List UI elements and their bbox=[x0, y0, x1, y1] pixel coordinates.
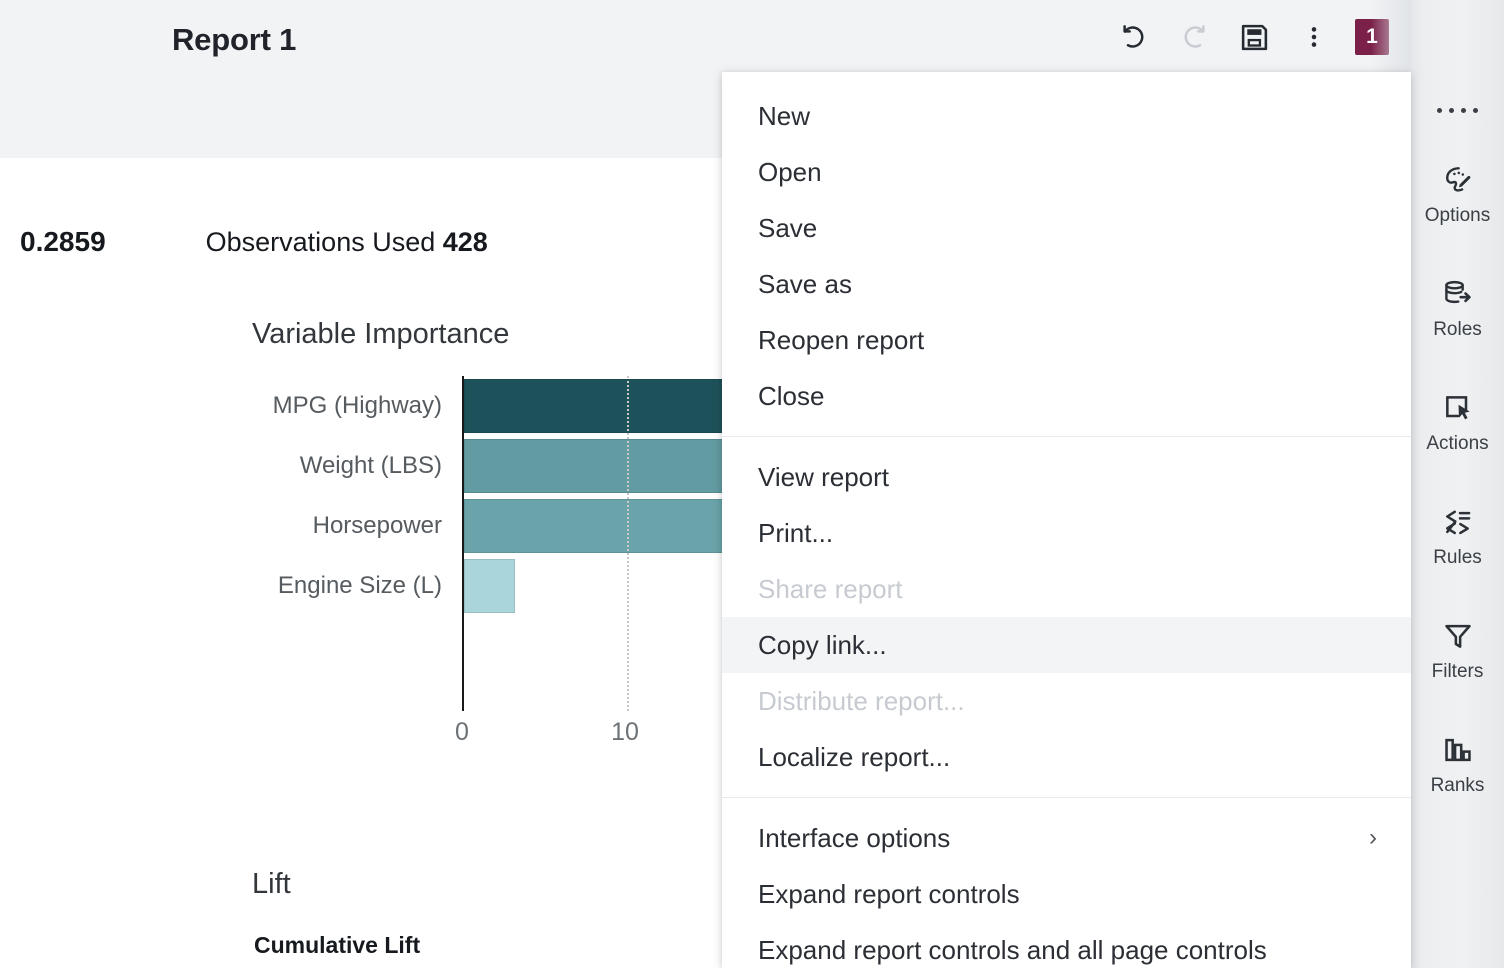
chart-axis-tick-label: 0 bbox=[455, 718, 469, 746]
menu-item-new[interactable]: New bbox=[722, 88, 1411, 144]
chart-gridline bbox=[627, 376, 629, 711]
menu-item-expand-report-controls[interactable]: Expand report controls bbox=[722, 866, 1411, 922]
palette-brush-icon bbox=[1442, 161, 1474, 199]
menu-item-expand-report-controls-and-all-page-controls[interactable]: Expand report controls and all page cont… bbox=[722, 922, 1411, 968]
sidebar-overflow-icon[interactable] bbox=[1437, 108, 1478, 113]
menu-item-print[interactable]: Print... bbox=[722, 505, 1411, 561]
menu-item-interface-options[interactable]: Interface options › bbox=[722, 810, 1411, 866]
header-toolbar: 1 bbox=[1115, 18, 1411, 56]
redo-icon bbox=[1175, 18, 1213, 56]
menu-item-save-as[interactable]: Save as bbox=[722, 256, 1411, 312]
sidebar-item-label: Ranks bbox=[1430, 775, 1485, 796]
menu-item-label: View report bbox=[758, 461, 890, 492]
lift-section-title: Lift bbox=[252, 868, 291, 900]
application-root: Report 1 1 0.2859 Observations Used 428 … bbox=[0, 0, 1504, 968]
sidebar-item-label: Roles bbox=[1433, 319, 1482, 340]
observations-value: 428 bbox=[442, 227, 488, 257]
sidebar-item-label: Rules bbox=[1433, 547, 1482, 568]
chart-category-label: MPG (Highway) bbox=[272, 392, 442, 419]
menu-item-label: Save bbox=[758, 212, 818, 243]
sidebar-item-label: Actions bbox=[1426, 433, 1489, 454]
menu-item-label: Close bbox=[758, 380, 825, 411]
observations-used: Observations Used 428 bbox=[206, 227, 488, 258]
menu-item-distribute-report: Distribute report... bbox=[722, 673, 1411, 729]
bar-chart-icon bbox=[1442, 731, 1474, 769]
chart-bar[interactable] bbox=[464, 559, 515, 613]
observations-label: Observations Used bbox=[205, 227, 436, 257]
cursor-select-icon bbox=[1442, 389, 1474, 427]
menu-item-close[interactable]: Close bbox=[722, 368, 1411, 424]
menu-item-label: Share report bbox=[758, 573, 903, 604]
menu-item-label: Open bbox=[758, 156, 822, 187]
page-number-badge[interactable]: 1 bbox=[1355, 19, 1389, 55]
chart-axis-tick-label: 10 bbox=[611, 718, 639, 746]
right-sidebar: Options Roles Actions Rules Filters Rank… bbox=[1411, 0, 1504, 968]
funnel-icon bbox=[1442, 617, 1474, 655]
chart-category-label: Horsepower bbox=[312, 512, 442, 539]
menu-item-label: Copy link... bbox=[758, 629, 887, 660]
menu-separator bbox=[722, 436, 1411, 437]
sidebar-item-ranks[interactable]: Ranks bbox=[1411, 731, 1504, 797]
report-options-menu[interactable]: New Open Save Save as Reopen report Close View… bbox=[722, 72, 1411, 968]
summary-stats: 0.2859 Observations Used 428 bbox=[20, 226, 488, 258]
menu-item-label: Print... bbox=[758, 517, 834, 548]
save-icon[interactable] bbox=[1235, 18, 1273, 56]
menu-item-label: Save as bbox=[758, 268, 852, 299]
sidebar-item-actions[interactable]: Actions bbox=[1411, 389, 1504, 455]
page-title: Report 1 bbox=[172, 22, 297, 57]
menu-item-label: Reopen report bbox=[758, 324, 925, 355]
undo-icon[interactable] bbox=[1115, 18, 1153, 56]
menu-item-localize-report[interactable]: Localize report... bbox=[722, 729, 1411, 785]
sidebar-item-label: Filters bbox=[1431, 661, 1484, 682]
menu-item-label: Expand report controls and all page cont… bbox=[758, 934, 1267, 965]
chart-title: Variable Importance bbox=[252, 318, 510, 350]
sidebar-item-rules[interactable]: Rules bbox=[1411, 503, 1504, 569]
menu-item-reopen-report[interactable]: Reopen report bbox=[722, 312, 1411, 368]
comparison-operators-icon bbox=[1441, 503, 1475, 541]
menu-item-label: Interface options bbox=[758, 822, 951, 853]
cumulative-lift-label: Cumulative Lift bbox=[254, 932, 421, 958]
menu-separator bbox=[722, 797, 1411, 798]
menu-item-view-report[interactable]: View report bbox=[722, 449, 1411, 505]
menu-item-label: Distribute report... bbox=[758, 685, 965, 716]
chevron-right-icon: › bbox=[1369, 824, 1377, 851]
menu-item-label: Localize report... bbox=[758, 741, 951, 772]
chart-category-label: Weight (LBS) bbox=[299, 452, 442, 479]
menu-item-copy-link[interactable]: Copy link... bbox=[722, 617, 1411, 673]
stat-value: 0.2859 bbox=[20, 226, 106, 257]
more-options-icon[interactable] bbox=[1295, 18, 1333, 56]
chart-category-labels: MPG (Highway) Weight (LBS) Horsepower Engin… bbox=[0, 376, 452, 616]
menu-item-share-report: Share report bbox=[722, 561, 1411, 617]
menu-item-save[interactable]: Save bbox=[722, 200, 1411, 256]
database-arrow-icon bbox=[1442, 275, 1474, 313]
menu-item-label: Expand report controls bbox=[758, 878, 1020, 909]
menu-item-label: New bbox=[758, 100, 811, 131]
sidebar-item-label: Options bbox=[1424, 205, 1491, 226]
sidebar-item-filters[interactable]: Filters bbox=[1411, 617, 1504, 683]
chart-category-label: Engine Size (L) bbox=[277, 572, 442, 599]
sidebar-item-options[interactable]: Options bbox=[1411, 161, 1504, 227]
sidebar-item-roles[interactable]: Roles bbox=[1411, 275, 1504, 341]
menu-item-open[interactable]: Open bbox=[722, 144, 1411, 200]
